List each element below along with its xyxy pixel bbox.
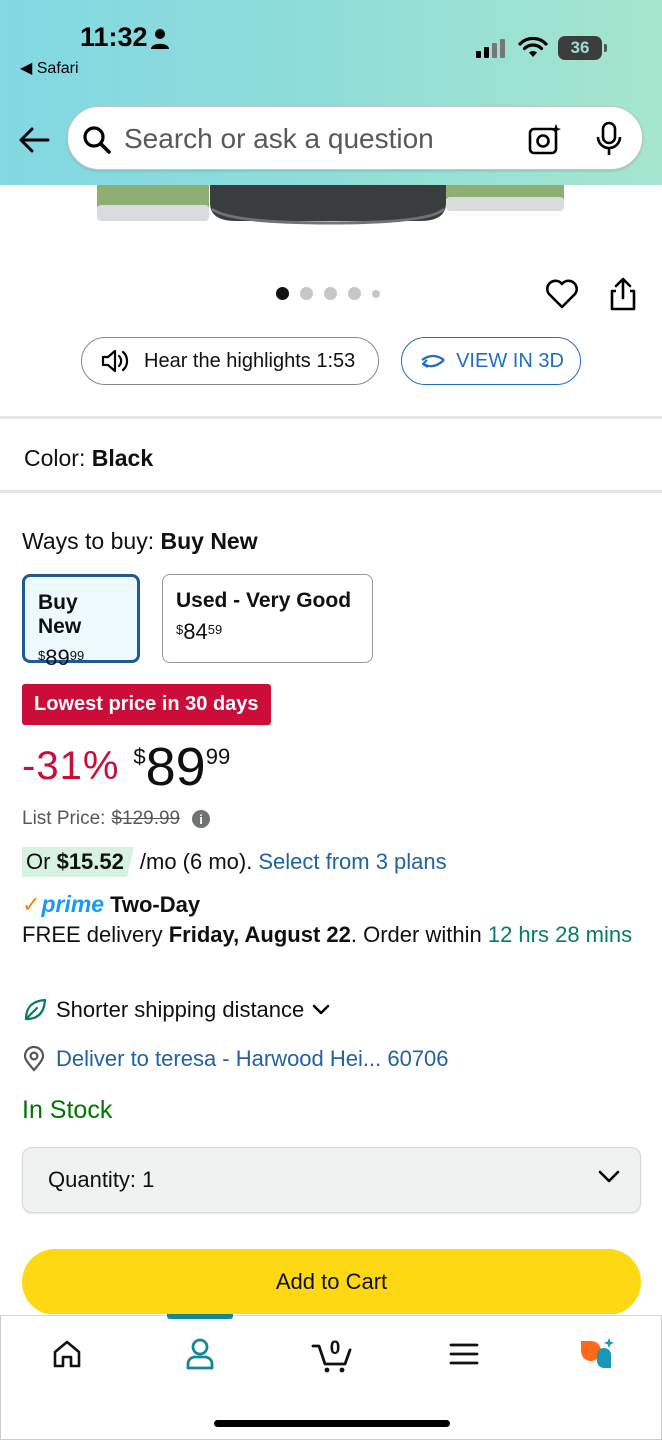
tab-account[interactable]: [180, 1334, 220, 1374]
tab-cart[interactable]: 0: [311, 1334, 355, 1374]
status-indicators: 36: [476, 36, 607, 60]
color-value: Black: [91, 445, 154, 471]
view-in-3d-button[interactable]: VIEW IN 3D: [401, 337, 581, 385]
person-icon: [151, 29, 169, 49]
deliver-to-location[interactable]: Deliver to teresa - Harwood Hei... 60706: [22, 1046, 449, 1072]
prime-speed: Two-Day: [110, 891, 201, 917]
battery-indicator: 36: [558, 36, 607, 60]
price-fraction: 99: [205, 744, 231, 769]
add-to-cart-button[interactable]: Add to Cart: [22, 1249, 641, 1314]
status-time: 11:32: [80, 22, 148, 52]
deal-badge: Lowest price in 30 days: [22, 684, 271, 725]
used-label: Used - Very Good: [176, 589, 352, 612]
buy-new-label: Buy New: [38, 591, 82, 638]
color-selector[interactable]: Color: Black: [24, 445, 153, 472]
quantity-label: Quantity:: [48, 1167, 137, 1192]
cart-count: 0: [330, 1338, 341, 1359]
shorter-shipping-toggle[interactable]: Shorter shipping distance: [22, 997, 330, 1023]
chevron-down-icon: [313, 1004, 330, 1015]
tab-home[interactable]: [47, 1334, 87, 1374]
back-arrow-icon[interactable]: [16, 122, 52, 158]
select-plans-link[interactable]: Select from 3 plans: [258, 849, 446, 875]
ways-to-buy-label: Ways to buy:: [22, 528, 155, 554]
rotate-3d-icon: [421, 354, 445, 368]
app-header: 11:32 ◀ Safari 36: [0, 0, 662, 185]
ways-to-buy-selected: Buy New: [160, 528, 258, 554]
location-pin-icon: [23, 1046, 45, 1072]
delivery-date: Friday, August 22: [168, 922, 351, 947]
deliver-to-link[interactable]: Deliver to teresa - Harwood Hei... 60706: [56, 1046, 449, 1072]
search-bar[interactable]: [67, 106, 643, 170]
carousel-dots[interactable]: [276, 287, 380, 300]
prime-check-icon: ✓: [22, 891, 41, 917]
stock-status: In Stock: [22, 1096, 113, 1124]
home-indicator: [214, 1420, 450, 1427]
carousel-dot[interactable]: [372, 289, 380, 298]
wishlist-heart-icon[interactable]: [545, 278, 579, 310]
search-icon: [83, 126, 111, 154]
speaker-icon: [101, 349, 129, 373]
price-block: -31% $ 89 99: [22, 738, 230, 798]
order-countdown: 12 hrs 28 mins: [487, 922, 633, 947]
installment-terms: /mo (6 mo).: [139, 849, 253, 874]
carousel-dot[interactable]: [348, 287, 361, 300]
discount-percent: -31%: [22, 744, 120, 788]
prime-delivery: ✓ prime Two-Day: [22, 891, 200, 918]
search-input[interactable]: [124, 121, 504, 157]
wifi-icon: [518, 37, 548, 57]
shorter-shipping-label: Shorter shipping distance: [56, 997, 305, 1022]
used-very-good-option[interactable]: Used - Very Good $8459: [162, 574, 373, 663]
home-icon: [53, 1340, 81, 1368]
active-tab-indicator: [167, 1314, 233, 1319]
prime-logo: prime: [41, 891, 105, 917]
hamburger-menu-icon: [449, 1343, 479, 1365]
hear-highlights-label: Hear the highlights 1:53: [144, 349, 356, 372]
ways-to-buy: Ways to buy: Buy New: [22, 528, 258, 555]
buy-new-price: $8999: [38, 645, 85, 670]
carousel-dot[interactable]: [324, 287, 337, 300]
share-icon[interactable]: [607, 276, 639, 312]
quantity-value: 1: [142, 1167, 155, 1192]
camera-lens-icon[interactable]: [528, 123, 562, 155]
delivery-info: FREE delivery Friday, August 22. Order w…: [22, 922, 633, 947]
color-label: Color:: [24, 445, 86, 471]
carousel-dot[interactable]: [300, 287, 313, 300]
installment-offer: Or $15.52 /mo (6 mo). Select from 3 plan…: [22, 847, 447, 877]
price-whole: 89: [145, 737, 206, 797]
bottom-tab-bar: 0: [0, 1314, 662, 1440]
signal-icon: [476, 39, 505, 58]
list-price-label: List Price:: [22, 808, 106, 829]
microphone-icon[interactable]: [596, 121, 622, 157]
info-icon[interactable]: i: [192, 810, 211, 828]
cart-icon: 0: [311, 1338, 352, 1373]
installment-highlight: Or $15.52: [22, 847, 134, 877]
hear-highlights-button[interactable]: Hear the highlights 1:53: [81, 337, 379, 385]
divider: [0, 416, 662, 419]
carousel-dot[interactable]: [276, 287, 289, 300]
back-to-safari[interactable]: ◀ Safari: [20, 58, 79, 78]
used-price: $8459: [176, 619, 223, 644]
quantity-dropdown[interactable]: Quantity: 1: [22, 1147, 641, 1213]
chevron-down-icon: [598, 1170, 620, 1183]
tab-rufus-assistant[interactable]: [576, 1334, 616, 1374]
view-in-3d-label: VIEW IN 3D: [456, 349, 564, 372]
list-price-value: $129.99: [111, 808, 181, 829]
price-currency: $: [133, 744, 146, 769]
tab-menu[interactable]: [444, 1334, 484, 1374]
account-icon: [186, 1338, 214, 1370]
product-image[interactable]: [0, 185, 662, 235]
buy-new-option[interactable]: Buy New $8999: [22, 574, 140, 670]
list-price: List Price: $129.99 i: [22, 808, 211, 830]
divider: [0, 490, 662, 493]
leaf-icon: [24, 998, 47, 1021]
rufus-assistant-icon: [581, 1338, 614, 1368]
